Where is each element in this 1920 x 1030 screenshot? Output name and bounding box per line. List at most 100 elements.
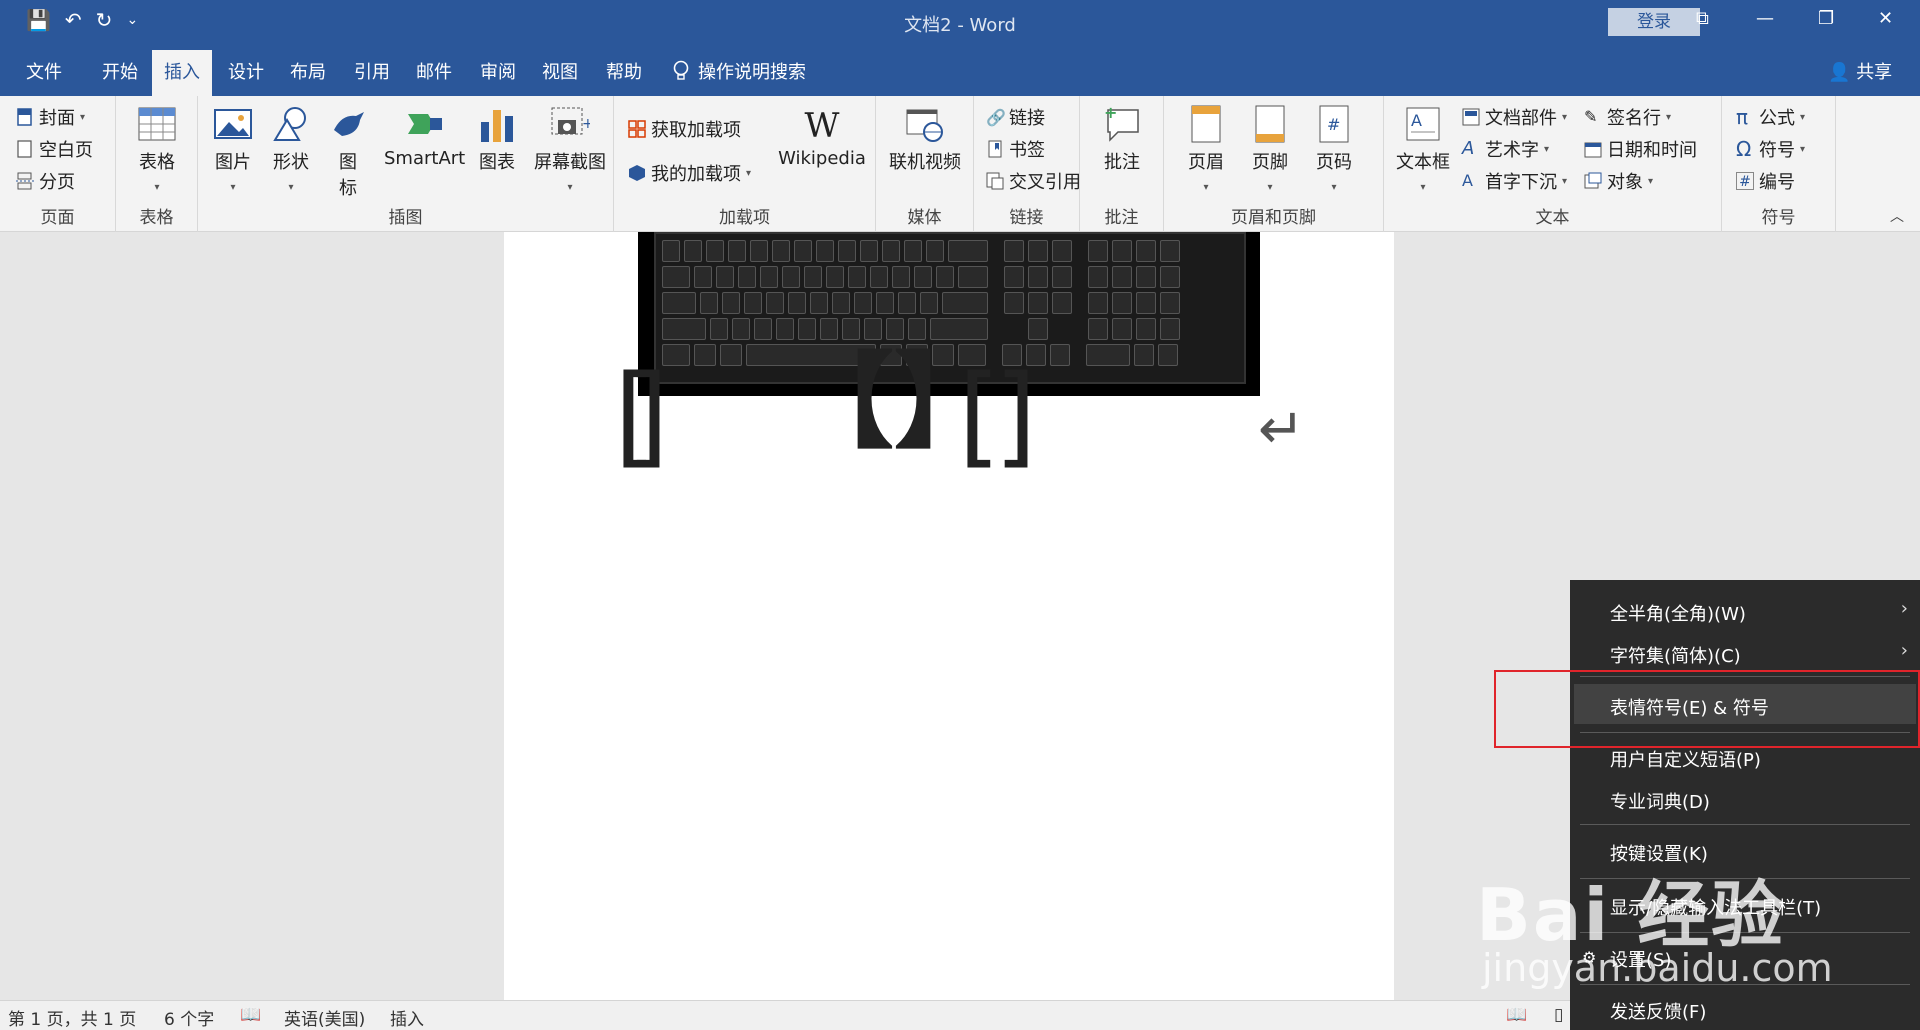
- group-label-tables: 表格: [139, 208, 174, 228]
- group-label-text: 文本: [1535, 208, 1570, 228]
- new-comment-button[interactable]: + 批注: [1096, 104, 1148, 174]
- tab-mailings[interactable]: 邮件: [416, 58, 452, 84]
- omega-icon: Ω: [1736, 137, 1752, 161]
- header-icon: [1191, 105, 1221, 143]
- search-label: 操作说明搜索: [698, 62, 806, 83]
- menu-item-dictionary[interactable]: 专业词典(D): [1610, 788, 1710, 814]
- page-count[interactable]: 第 1 页，共 1 页: [8, 1005, 136, 1030]
- symbol-button[interactable]: Ω 符号 ▾: [1736, 136, 1805, 162]
- number-button[interactable]: # 编号: [1736, 168, 1795, 194]
- tab-home[interactable]: 开始: [102, 58, 138, 84]
- comment-icon: +: [1104, 104, 1139, 142]
- group-pages: 封面 ▾ 空白页 分页 页面: [0, 96, 116, 232]
- cover-page-button[interactable]: 封面 ▾: [16, 104, 85, 130]
- login-button[interactable]: 登录: [1608, 8, 1700, 36]
- menu-item-charset[interactable]: 字符集(简体)(C): [1610, 642, 1741, 668]
- tab-references[interactable]: 引用: [354, 58, 390, 84]
- smartart-button[interactable]: SmartArt: [384, 104, 465, 169]
- bracket-samples[interactable]: [ ] 【】 [ ] ↵: [504, 232, 1394, 1000]
- table-icon: [138, 107, 176, 141]
- menu-item-full-half-width[interactable]: 全半角(全角)(W): [1610, 600, 1746, 626]
- table-button[interactable]: 表格 ▾: [134, 104, 180, 195]
- wikipedia-icon: W: [804, 106, 840, 146]
- page-break-button[interactable]: 分页: [16, 168, 75, 194]
- object-button[interactable]: 对象 ▾: [1584, 168, 1653, 194]
- read-mode-icon[interactable]: 📖: [1506, 1005, 1527, 1025]
- shapes-icon: [273, 107, 306, 141]
- screenshot-button[interactable]: + 屏幕截图 ▾: [530, 104, 610, 195]
- my-addins-button[interactable]: 我的加载项 ▾: [628, 160, 751, 186]
- icons-button[interactable]: 图标: [328, 104, 368, 200]
- submenu-arrow-icon: ›: [1900, 640, 1908, 661]
- menu-item-feedback[interactable]: 发送反馈(F): [1610, 998, 1706, 1024]
- tab-design[interactable]: 设计: [228, 58, 264, 84]
- ribbon-display-icon[interactable]: ⧉: [1696, 8, 1709, 29]
- link-button[interactable]: 🔗 链接: [986, 104, 1045, 130]
- my-addins-icon: [629, 165, 645, 181]
- signature-line-button[interactable]: ✎ 签名行 ▾: [1584, 104, 1671, 130]
- share-label: 共享: [1856, 62, 1893, 83]
- collapse-ribbon-icon[interactable]: ︿: [1890, 206, 1904, 226]
- blank-page-button[interactable]: 空白页: [16, 136, 93, 162]
- shapes-button[interactable]: 形状 ▾: [268, 104, 314, 195]
- text-box-button[interactable]: A 文本框 ▾: [1392, 104, 1454, 195]
- wordart-button[interactable]: A 艺术字 ▾: [1462, 136, 1549, 162]
- group-media: 联机视频 媒体: [876, 96, 974, 232]
- proofing-icon[interactable]: 📖: [240, 1005, 261, 1025]
- cross-reference-button[interactable]: 交叉引用: [986, 168, 1081, 194]
- highlight-annotation-box: [1494, 670, 1920, 748]
- group-tables: 表格 ▾ 表格: [116, 96, 198, 232]
- group-label-header-footer: 页眉和页脚: [1231, 208, 1316, 228]
- footer-button[interactable]: 页脚 ▾: [1244, 104, 1296, 195]
- bookmark-button[interactable]: 书签: [986, 136, 1045, 162]
- group-text: A 文本框 ▾ 文档部件 ▾ A 艺术字 ▾ A 首字下沉 ▾ ✎ 签名行 ▾ 日期和时间…: [1384, 96, 1722, 232]
- tab-review[interactable]: 审阅: [480, 58, 516, 84]
- group-addins: 获取加载项 我的加载项 ▾ W Wikipedia 加载项: [614, 96, 876, 232]
- submenu-arrow-icon: ›: [1900, 598, 1908, 619]
- page-number-button[interactable]: # 页码 ▾: [1308, 104, 1360, 195]
- lightbulb-icon: [673, 60, 689, 80]
- page-break-icon: [16, 172, 34, 190]
- chart-button[interactable]: 图表: [474, 104, 520, 174]
- equation-button[interactable]: π 公式 ▾: [1736, 104, 1805, 130]
- signature-icon: ✎: [1584, 107, 1598, 126]
- group-label-comments: 批注: [1104, 208, 1139, 228]
- quick-parts-button[interactable]: 文档部件 ▾: [1462, 104, 1567, 130]
- title-bar: 💾 ↶ ↻ ⌄ 文档2 - Word 登录 ⧉ — ❐ ✕: [0, 0, 1920, 44]
- share-button[interactable]: 👤 共享: [1828, 58, 1892, 84]
- cross-reference-icon: [986, 172, 1004, 190]
- smartart-icon: [408, 114, 442, 134]
- paragraph-return-mark: ↵: [1258, 397, 1305, 462]
- tab-view[interactable]: 视图: [542, 58, 578, 84]
- tab-layout[interactable]: 布局: [290, 58, 326, 84]
- menu-item-custom-phrases[interactable]: 用户自定义短语(P): [1610, 746, 1761, 772]
- group-illustrations: 图片 ▾ 形状 ▾ 图标 SmartArt 图表 + 屏幕截图 ▾ 插图: [198, 96, 614, 232]
- close-icon[interactable]: ✕: [1878, 8, 1893, 29]
- tab-file[interactable]: 文件: [26, 58, 62, 84]
- bar-chart-icon: [481, 110, 513, 142]
- group-label-pages: 页面: [40, 208, 75, 228]
- tab-help[interactable]: 帮助: [606, 58, 642, 84]
- wikipedia-button[interactable]: W Wikipedia: [774, 104, 870, 169]
- insert-mode[interactable]: 插入: [390, 1005, 424, 1030]
- online-video-button[interactable]: 联机视频: [884, 104, 966, 174]
- maximize-icon[interactable]: ❐: [1818, 8, 1834, 29]
- get-addins-button[interactable]: 获取加载项: [628, 116, 741, 142]
- drop-cap-button[interactable]: A 首字下沉 ▾: [1462, 168, 1567, 194]
- svg-text:A: A: [1411, 111, 1422, 130]
- date-time-button[interactable]: 日期和时间: [1584, 136, 1697, 162]
- menu-separator: [1580, 824, 1910, 825]
- document-page[interactable]: [ ] 【】 [ ] ↵: [504, 232, 1394, 1000]
- svg-text:#: #: [1327, 115, 1340, 134]
- drop-cap-icon: A: [1462, 171, 1473, 190]
- picture-button[interactable]: 图片 ▾: [210, 104, 256, 195]
- language-status[interactable]: 英语(美国): [284, 1005, 365, 1030]
- header-button[interactable]: 页眉 ▾: [1180, 104, 1232, 195]
- tab-insert[interactable]: 插入: [152, 50, 212, 96]
- link-icon: 🔗: [986, 108, 1006, 127]
- tell-me-search[interactable]: 操作说明搜索: [672, 58, 806, 84]
- word-count[interactable]: 6 个字: [164, 1005, 214, 1030]
- print-layout-icon[interactable]: ▯: [1554, 1005, 1563, 1025]
- minimize-icon[interactable]: —: [1756, 8, 1774, 29]
- group-header-footer: 页眉 ▾ 页脚 ▾ # 页码 ▾ 页眉和页脚: [1164, 96, 1384, 232]
